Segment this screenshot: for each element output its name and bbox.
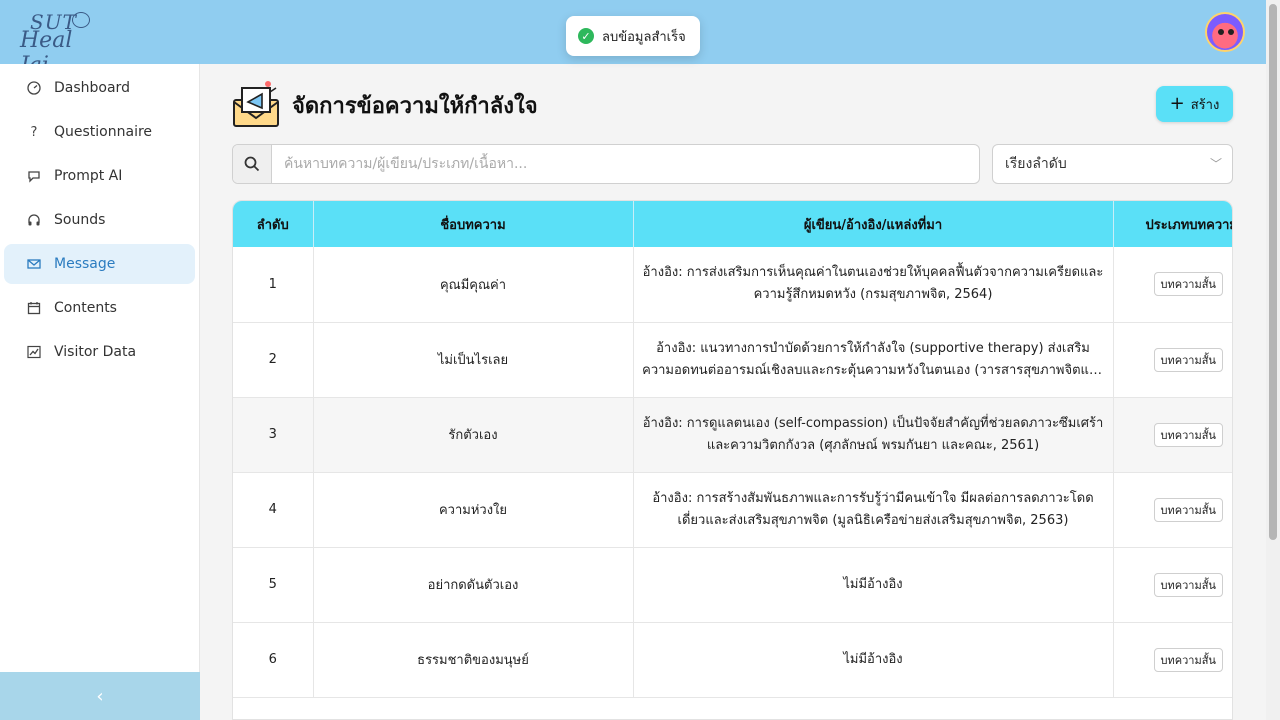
table-row[interactable]: 2 ไม่เป็นไรเลย อ้างอิง: แนวทางการบำบัดด้…	[233, 322, 1232, 398]
cell-reference: ไม่มีอ้างอิง	[633, 622, 1114, 698]
cell-type: บทความสั้น	[1113, 322, 1232, 398]
create-button-label: สร้าง	[1190, 97, 1220, 113]
reference-text: อ้างอิง: การสร้างสัมพันธภาพและการรับรู้ว…	[652, 490, 1094, 528]
reference-text: อ้างอิง: แนวทางการบำบัดด้วยการให้กำลังใจ…	[642, 340, 1104, 378]
sidebar: Dashboard ? Questionnaire Prompt AI Soun…	[0, 64, 200, 720]
cell-reference: อ้างอิง: การส่งเสริมการเห็นคุณค่าในตนเอง…	[633, 247, 1114, 323]
cell-title: ธรรมชาติของมนุษย์	[313, 622, 634, 698]
cell-no: 6	[233, 622, 314, 698]
cell-no: 1	[233, 247, 314, 323]
table-row[interactable]: 3 รักตัวเอง อ้างอิง: การดูแลตนเอง (self-…	[233, 397, 1232, 473]
cell-title: ไม่เป็นไรเลย	[313, 322, 634, 398]
sort-select-label: เรียงลำดับ	[1005, 156, 1067, 172]
cell-title: รักตัวเอง	[313, 397, 634, 473]
avatar-eye-icon	[1228, 29, 1234, 35]
reference-text: ไม่มีอ้างอิง	[843, 651, 903, 667]
sidebar-item-dashboard[interactable]: Dashboard	[4, 68, 195, 108]
cell-type: บทความสั้น	[1113, 247, 1232, 323]
cell-title: อย่ากดดันตัวเอง	[313, 547, 634, 623]
sidebar-collapse-button[interactable]: ‹	[0, 672, 200, 720]
sort-select[interactable]: เรียงลำดับ ﹀	[992, 144, 1233, 184]
cell-title: ความห่วงใย	[313, 472, 634, 548]
sidebar-item-questionnaire[interactable]: ? Questionnaire	[4, 112, 195, 152]
app-logo[interactable]: SUT Heal Jai	[20, 8, 100, 78]
logo-face-icon	[72, 12, 90, 28]
reference-text: อ้างอิง: การดูแลตนเอง (self-compassion) …	[642, 415, 1104, 453]
toast-message: ลบข้อมูลสำเร็จ	[602, 29, 686, 45]
create-button[interactable]: + สร้าง	[1156, 86, 1233, 122]
user-avatar[interactable]	[1205, 12, 1245, 52]
cell-reference: อ้างอิง: การดูแลตนเอง (self-compassion) …	[633, 397, 1114, 473]
table-row[interactable]: 5 อย่ากดดันตัวเอง ไม่มีอ้างอิง บทความสั้…	[233, 547, 1232, 623]
chat-bubble-icon	[26, 168, 42, 184]
column-header-title[interactable]: ชื่อบทความ	[313, 201, 634, 247]
page-scrollbar[interactable]	[1266, 0, 1280, 720]
chevron-down-icon: ﹀	[1209, 157, 1222, 171]
column-header-type[interactable]: ประเภทบทความ	[1113, 201, 1232, 247]
type-badge: บทความสั้น	[1153, 272, 1223, 297]
table-row[interactable]: 4 ความห่วงใย อ้างอิง: การสร้างสัมพันธภาพ…	[233, 472, 1232, 548]
reference-text: ไม่มีอ้างอิง	[843, 576, 903, 592]
chevron-left-icon: ‹	[96, 685, 104, 707]
cell-type: บทความสั้น	[1113, 622, 1232, 698]
sidebar-item-message[interactable]: Message	[4, 244, 195, 284]
search-bar	[232, 144, 980, 184]
megaphone-envelope-icon	[232, 78, 280, 128]
sidebar-item-label: Visitor Data	[54, 344, 137, 360]
search-input[interactable]	[273, 145, 973, 183]
avatar-eye-icon	[1218, 29, 1224, 35]
sidebar-item-label: Message	[54, 256, 116, 272]
sidebar-item-label: Dashboard	[54, 80, 130, 96]
table-row[interactable]: 1 คุณมีคุณค่า อ้างอิง: การส่งเสริมการเห็…	[233, 247, 1232, 323]
column-header-reference[interactable]: ผู้เขียน/อ้างอิง/แหล่งที่มา	[633, 201, 1114, 247]
sidebar-item-contents[interactable]: Contents	[4, 288, 195, 328]
sidebar-item-label: Contents	[54, 300, 117, 316]
message-table: ลำดับ ชื่อบทความ ผู้เขียน/อ้างอิง/แหล่งท…	[232, 200, 1233, 720]
search-icon[interactable]	[233, 145, 272, 183]
cell-type: บทความสั้น	[1113, 397, 1232, 473]
scrollbar-thumb[interactable]	[1269, 4, 1277, 540]
sidebar-item-label: Sounds	[54, 212, 106, 228]
check-circle-icon: ✓	[578, 28, 594, 44]
headphones-icon	[26, 212, 42, 228]
table-header-row: ลำดับ ชื่อบทความ ผู้เขียน/อ้างอิง/แหล่งท…	[233, 201, 1232, 247]
table-row[interactable]: 6 ธรรมชาติของมนุษย์ ไม่มีอ้างอิง บทความส…	[233, 622, 1232, 698]
cell-type: บทความสั้น	[1113, 472, 1232, 548]
cell-reference: ไม่มีอ้างอิง	[633, 547, 1114, 623]
cell-title: คุณมีคุณค่า	[313, 247, 634, 323]
reference-text: อ้างอิง: การส่งเสริมการเห็นคุณค่าในตนเอง…	[642, 265, 1104, 303]
sidebar-item-sounds[interactable]: Sounds	[4, 200, 195, 240]
question-icon: ?	[30, 124, 38, 140]
sidebar-item-label: Prompt AI	[54, 168, 123, 184]
sidebar-item-prompt-ai[interactable]: Prompt AI	[4, 156, 195, 196]
type-badge: บทความสั้น	[1153, 497, 1223, 522]
cell-reference: อ้างอิง: การสร้างสัมพันธภาพและการรับรู้ว…	[633, 472, 1114, 548]
page-title: จัดการข้อความให้กำลังใจ	[292, 94, 538, 119]
cell-reference: อ้างอิง: แนวทางการบำบัดด้วยการให้กำลังใจ…	[633, 322, 1114, 398]
cell-type: บทความสั้น	[1113, 547, 1232, 623]
type-badge: บทความสั้น	[1153, 572, 1223, 597]
dashboard-gauge-icon	[26, 80, 42, 96]
cell-no: 2	[233, 322, 314, 398]
cell-no: 5	[233, 547, 314, 623]
mail-icon	[26, 256, 42, 272]
line-chart-icon	[26, 344, 42, 360]
cell-no: 4	[233, 472, 314, 548]
calendar-icon	[26, 300, 42, 316]
sidebar-item-visitor-data[interactable]: Visitor Data	[4, 332, 195, 372]
cell-no: 3	[233, 397, 314, 473]
plus-icon: +	[1169, 93, 1185, 114]
sidebar-item-label: Questionnaire	[54, 124, 153, 140]
type-badge: บทความสั้น	[1153, 347, 1223, 372]
type-badge: บทความสั้น	[1153, 647, 1223, 672]
success-toast: ✓ ลบข้อมูลสำเร็จ	[566, 16, 700, 56]
type-badge: บทความสั้น	[1153, 422, 1223, 447]
column-header-no[interactable]: ลำดับ	[233, 201, 314, 247]
